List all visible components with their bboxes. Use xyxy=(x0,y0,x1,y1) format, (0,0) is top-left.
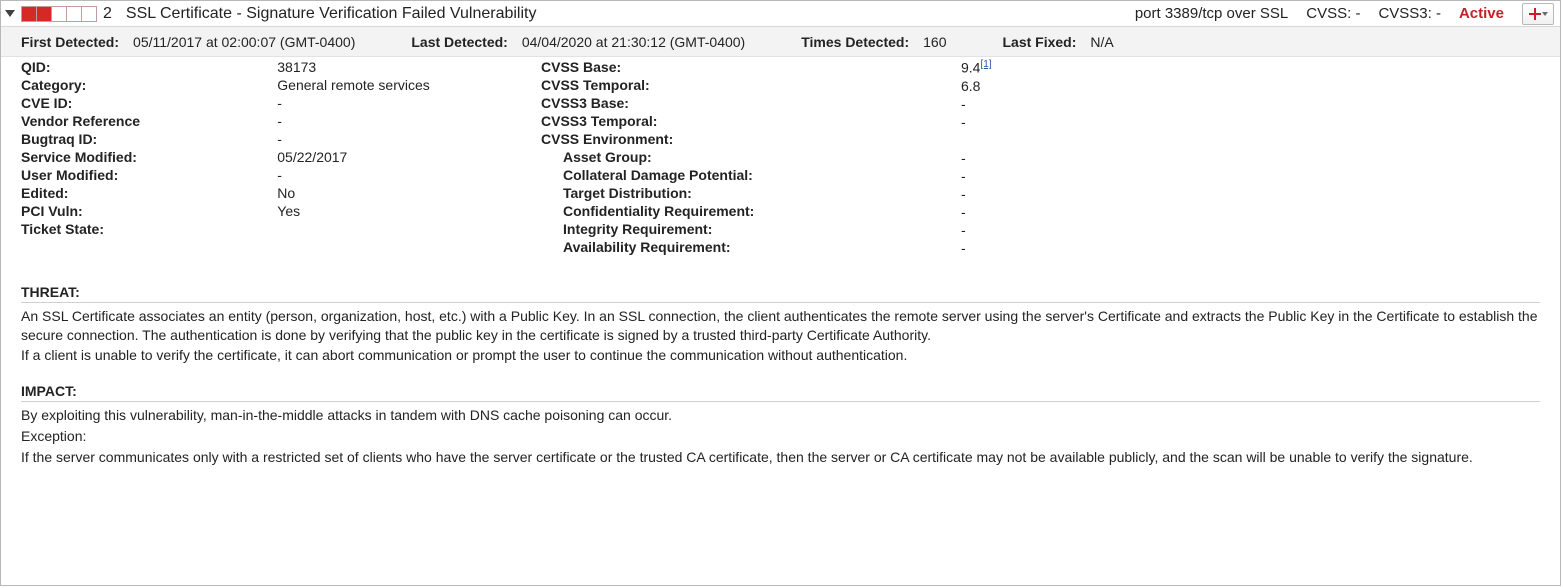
cvss-label: CVSS: xyxy=(1306,5,1351,22)
impact-divider xyxy=(21,401,1540,402)
threat-body: An SSL Certificate associates an entity … xyxy=(21,307,1540,366)
impact-body: By exploiting this vulnerability, man-in… xyxy=(21,406,1540,467)
impact-label: IMPACT: xyxy=(21,383,1540,399)
severity-box-3 xyxy=(52,7,67,21)
detail-column-right-values: 9.4[1] 6.8 - - - - - - - - xyxy=(961,59,1021,256)
cvss3-base-label: CVSS3 Base: xyxy=(541,95,845,111)
cvss3-base-value: - xyxy=(961,96,1021,112)
cvss-temporal-value: 6.8 xyxy=(961,78,1021,94)
add-action-button[interactable] xyxy=(1522,3,1554,25)
confidentiality-req-value: - xyxy=(961,204,1021,220)
user-modified-value: - xyxy=(277,167,541,183)
first-detected-label: First Detected: xyxy=(21,34,119,50)
port-info: port 3389/tcp over SSL xyxy=(1135,5,1288,22)
impact-section: IMPACT: By exploiting this vulnerability… xyxy=(1,383,1560,467)
category-label: Category: xyxy=(21,77,251,93)
first-detected-value: 05/11/2017 at 02:00:07 (GMT-0400) xyxy=(133,34,355,50)
detail-grid: QID: 38173 Category: General remote serv… xyxy=(1,57,1560,266)
collateral-damage-label: Collateral Damage Potential: xyxy=(541,167,845,183)
severity-meter xyxy=(21,6,97,22)
user-modified-label: User Modified: xyxy=(21,167,251,183)
collapse-toggle-icon[interactable] xyxy=(5,10,15,17)
cvss-value: - xyxy=(1355,5,1360,22)
threat-text-1: An SSL Certificate associates an entity … xyxy=(21,307,1540,345)
last-detected-value: 04/04/2020 at 21:30:12 (GMT-0400) xyxy=(522,34,745,50)
title-row: 2 SSL Certificate - Signature Verificati… xyxy=(1,1,1560,27)
impact-text-3: If the server communicates only with a r… xyxy=(21,448,1540,467)
detail-column-left: QID: 38173 Category: General remote serv… xyxy=(21,59,541,256)
bugtraq-label: Bugtraq ID: xyxy=(21,131,251,147)
vulnerability-title: SSL Certificate - Signature Verification… xyxy=(126,5,1135,23)
severity-box-4 xyxy=(67,7,82,21)
cvss3-value: - xyxy=(1436,5,1441,22)
threat-divider xyxy=(21,302,1540,303)
cvss-base-label: CVSS Base: xyxy=(541,59,845,75)
asset-group-label: Asset Group: xyxy=(541,149,845,165)
target-distribution-value: - xyxy=(961,186,1021,202)
times-detected-label: Times Detected: xyxy=(801,34,909,50)
cve-label: CVE ID: xyxy=(21,95,251,111)
severity-box-2 xyxy=(37,7,52,21)
edited-label: Edited: xyxy=(21,185,251,201)
severity-box-5 xyxy=(82,7,96,21)
ticket-state-value xyxy=(277,221,541,237)
cvss-summary: CVSS: - xyxy=(1306,5,1360,22)
service-modified-value: 05/22/2017 xyxy=(277,149,541,165)
status-badge: Active xyxy=(1459,5,1504,22)
availability-req-label: Availability Requirement: xyxy=(541,239,845,255)
chevron-down-icon xyxy=(1542,12,1548,16)
severity-box-1 xyxy=(22,7,37,21)
cvss-base-number: 9.4 xyxy=(961,60,980,76)
last-fixed-value: N/A xyxy=(1090,34,1113,50)
cvss-base-value: 9.4[1] xyxy=(961,59,1021,76)
threat-section: THREAT: An SSL Certificate associates an… xyxy=(1,284,1560,366)
confidentiality-req-label: Confidentiality Requirement: xyxy=(541,203,845,219)
pci-vuln-value: Yes xyxy=(277,203,541,219)
times-detected-value: 160 xyxy=(923,34,946,50)
target-distribution-label: Target Distribution: xyxy=(541,185,845,201)
cvss3-summary: CVSS3: - xyxy=(1378,5,1441,22)
threat-label: THREAT: xyxy=(21,284,1540,300)
plus-icon xyxy=(1529,8,1541,20)
cve-value: - xyxy=(277,95,541,111)
threat-text-2: If a client is unable to verify the cert… xyxy=(21,346,1540,365)
detection-summary-bar: First Detected: 05/11/2017 at 02:00:07 (… xyxy=(1,27,1560,57)
ticket-state-label: Ticket State: xyxy=(21,221,251,237)
qid-label: QID: xyxy=(21,59,251,75)
cvss-env-value xyxy=(961,132,1021,148)
pci-vuln-label: PCI Vuln: xyxy=(21,203,251,219)
edited-value: No xyxy=(277,185,541,201)
bugtraq-value: - xyxy=(277,131,541,147)
collateral-damage-value: - xyxy=(961,168,1021,184)
cvss-temporal-label: CVSS Temporal: xyxy=(541,77,845,93)
vendor-ref-label: Vendor Reference xyxy=(21,113,251,129)
availability-req-value: - xyxy=(961,240,1021,256)
title-right-meta: port 3389/tcp over SSL CVSS: - CVSS3: - … xyxy=(1135,3,1554,25)
asset-group-value: - xyxy=(961,150,1021,166)
cvss3-temporal-value: - xyxy=(961,114,1021,130)
cvss3-temporal-label: CVSS3 Temporal: xyxy=(541,113,845,129)
service-modified-label: Service Modified: xyxy=(21,149,251,165)
cvss-env-label: CVSS Environment: xyxy=(541,131,845,147)
last-fixed-label: Last Fixed: xyxy=(1002,34,1076,50)
severity-number: 2 xyxy=(103,5,112,23)
impact-text-2: Exception: xyxy=(21,427,1540,446)
integrity-req-label: Integrity Requirement: xyxy=(541,221,845,237)
qid-value: 38173 xyxy=(277,59,541,75)
impact-text-1: By exploiting this vulnerability, man-in… xyxy=(21,406,1540,425)
integrity-req-value: - xyxy=(961,222,1021,238)
detail-column-right-labels: CVSS Base: CVSS Temporal: CVSS3 Base: CV… xyxy=(541,59,961,256)
cvss-base-ref-link[interactable]: [1] xyxy=(980,59,991,70)
category-value: General remote services xyxy=(277,77,541,93)
vulnerability-panel: 2 SSL Certificate - Signature Verificati… xyxy=(0,0,1561,586)
cvss3-label: CVSS3: xyxy=(1378,5,1431,22)
last-detected-label: Last Detected: xyxy=(411,34,507,50)
vendor-ref-value: - xyxy=(277,113,541,129)
